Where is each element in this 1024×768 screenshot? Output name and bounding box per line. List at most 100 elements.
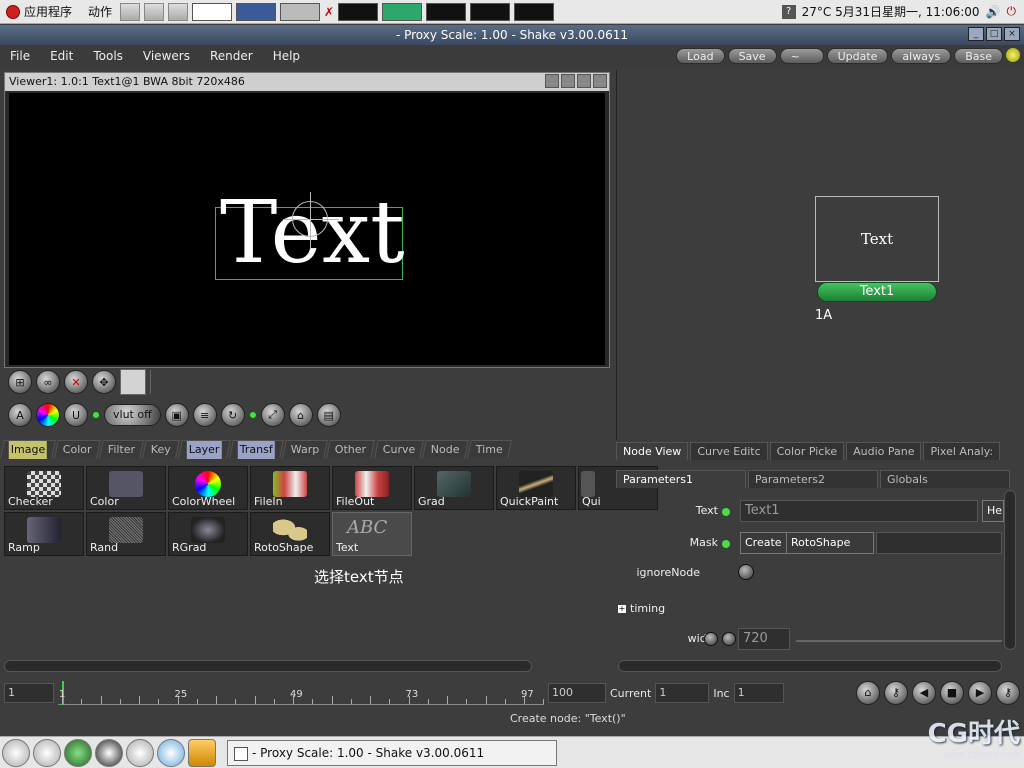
mask-create-button[interactable]: Create: [740, 532, 787, 554]
mask-rotoshape-button[interactable]: RotoShape: [786, 532, 874, 554]
network-off-icon[interactable]: ✗: [324, 5, 334, 19]
viewer-layout-icon[interactable]: ⊞: [8, 370, 32, 394]
shutdown-icon[interactable]: ⏻: [1007, 4, 1017, 19]
node-text[interactable]: ABC Text: [332, 512, 412, 556]
workspace-thumb-3[interactable]: [280, 2, 321, 21]
tab-parameters2[interactable]: Parameters2: [748, 470, 878, 488]
tab-curve-editor[interactable]: Curve Editc: [690, 442, 768, 460]
menu-tools[interactable]: Tools: [83, 49, 133, 63]
menu-file[interactable]: File: [0, 49, 40, 63]
help-icon[interactable]: [95, 738, 123, 767]
params-v-scrollbar[interactable]: [1004, 490, 1016, 650]
timing-group[interactable]: + timing: [618, 602, 665, 615]
tab-time[interactable]: Time: [466, 440, 512, 458]
viewer-grid-icon[interactable]: [577, 74, 591, 88]
base-button[interactable]: Base: [954, 48, 1003, 64]
node-checker[interactable]: Checker: [4, 466, 84, 510]
tab-image[interactable]: Image: [0, 440, 57, 459]
load-button[interactable]: Load: [676, 48, 725, 64]
tab-pixel-analyzer[interactable]: Pixel Analy:: [923, 442, 1001, 460]
tab-parameters1[interactable]: Parameters1: [616, 470, 746, 488]
curve-icon[interactable]: ~: [779, 48, 824, 64]
tab-node-view[interactable]: Node View: [616, 442, 689, 460]
update-button[interactable]: Update: [826, 48, 889, 64]
media-player-icon[interactable]: [126, 738, 154, 767]
width-value-field[interactable]: 720: [738, 628, 790, 650]
update-mode-icon[interactable]: U: [64, 403, 88, 427]
pan-icon[interactable]: ✥: [92, 370, 116, 394]
tab-globals[interactable]: Globals: [880, 470, 1010, 488]
node-view-panel[interactable]: Text Text1 1A: [616, 70, 1022, 440]
weather-icon[interactable]: ?: [781, 4, 796, 19]
app-launcher-icon[interactable]: [33, 738, 61, 767]
node-rand[interactable]: Rand: [86, 512, 166, 556]
tab-transform[interactable]: Transf: [229, 440, 284, 459]
notes-icon[interactable]: [144, 2, 165, 21]
timeline-end-field[interactable]: 100: [548, 683, 606, 703]
param-text-dot-icon[interactable]: [722, 508, 730, 516]
refresh-icon[interactable]: ↻: [220, 403, 245, 427]
node-grad[interactable]: Grad: [414, 466, 494, 510]
redhat-icon[interactable]: [6, 4, 20, 19]
params-h-scrollbar[interactable]: [618, 660, 1002, 672]
workspace-thumb-1[interactable]: [192, 2, 233, 21]
crosshair-icon[interactable]: [283, 192, 339, 248]
node-ramp[interactable]: Ramp: [4, 512, 84, 556]
viewer-close-icon[interactable]: [593, 74, 607, 88]
link-icon[interactable]: ∞: [36, 370, 60, 394]
node-color[interactable]: Color: [86, 466, 166, 510]
no-key-icon[interactable]: ✕: [64, 370, 88, 394]
tab-node[interactable]: Node: [422, 440, 469, 458]
tab-warp[interactable]: Warp: [282, 440, 329, 458]
node-palette-scrollbar[interactable]: [4, 660, 532, 672]
taskbar-shake-window[interactable]: - Proxy Scale: 1.00 - Shake v3.00.0611: [227, 739, 557, 766]
timeline-start-field[interactable]: 1: [4, 683, 54, 703]
close-button[interactable]: ×: [1004, 27, 1020, 41]
bg-color-swatch[interactable]: [120, 369, 146, 395]
tab-filter[interactable]: Filter: [99, 440, 145, 458]
tab-color-picker[interactable]: Color Picke: [769, 442, 845, 460]
memory-monitor-icon[interactable]: [382, 2, 423, 21]
timeline-ruler[interactable]: 1 25 49 73 97: [58, 681, 545, 705]
menu-viewers[interactable]: Viewers: [133, 49, 200, 63]
shield-icon[interactable]: [64, 738, 92, 767]
keyframe-forward-icon[interactable]: ⚷: [996, 681, 1020, 705]
fit-icon[interactable]: ⤢: [260, 403, 285, 427]
clock-text[interactable]: 27°C 5月31日星期一, 11:06:00: [802, 3, 980, 20]
tab-curve[interactable]: Curve: [373, 440, 425, 458]
text-value-field[interactable]: Text1: [740, 500, 978, 522]
folder-icon[interactable]: [168, 2, 189, 21]
viewer-resize-icon[interactable]: [561, 74, 575, 88]
color-wheel-icon[interactable]: [36, 403, 60, 427]
expand-plus-icon[interactable]: +: [618, 604, 626, 613]
node-fileout[interactable]: FileOut: [332, 466, 412, 510]
node-rgrad[interactable]: RGrad: [168, 512, 248, 556]
stop-icon[interactable]: ■: [940, 681, 964, 705]
cpu-monitor-icon[interactable]: [338, 2, 379, 21]
flash-indicator-icon[interactable]: [92, 411, 100, 419]
width-link-icon[interactable]: [722, 632, 736, 646]
save-button[interactable]: Save: [727, 48, 777, 64]
info-icon[interactable]: [157, 738, 185, 767]
keyframe-back-icon[interactable]: ⚷: [884, 681, 908, 705]
width-slider[interactable]: [796, 640, 1002, 642]
tab-color[interactable]: Color: [54, 440, 102, 458]
os-menu-applications[interactable]: 应用程序: [24, 3, 72, 20]
menu-help[interactable]: Help: [263, 49, 310, 63]
node-text1[interactable]: Text1: [817, 282, 937, 302]
volume-icon[interactable]: 🔊: [986, 5, 1001, 19]
width-clock-icon[interactable]: [704, 632, 718, 646]
home-frame-icon[interactable]: ⌂: [856, 681, 880, 705]
tab-other[interactable]: Other: [326, 440, 376, 458]
viewer-pin-icon[interactable]: [545, 74, 559, 88]
mask-input-field[interactable]: [876, 532, 1002, 554]
compare-icon[interactable]: ≡: [192, 403, 217, 427]
node-preview[interactable]: Text: [815, 196, 939, 282]
tab-audio-panel[interactable]: Audio Pane: [846, 442, 922, 460]
tab-key[interactable]: Key: [142, 440, 181, 458]
tab-layer[interactable]: Layer: [178, 440, 231, 459]
workspace-thumb-2[interactable]: [236, 2, 277, 21]
node-colorwheel[interactable]: ColorWheel: [168, 466, 248, 510]
channel-a-icon[interactable]: A: [8, 403, 32, 427]
os-menu-actions[interactable]: 动作: [88, 3, 112, 20]
